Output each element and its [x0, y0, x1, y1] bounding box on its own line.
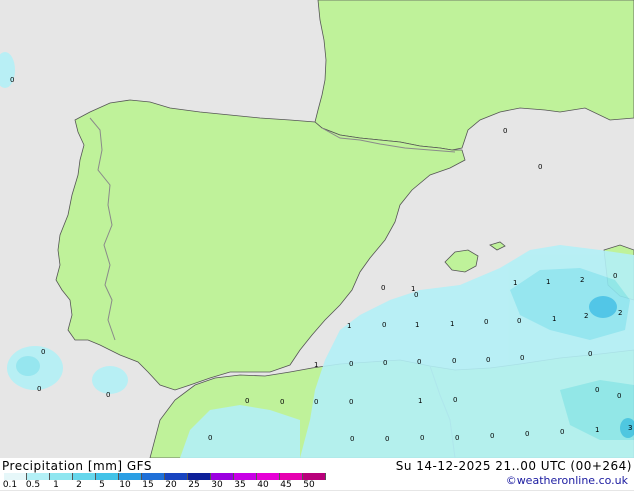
scale-tick-label: 0.1	[2, 480, 18, 490]
value-label: 0	[538, 163, 542, 171]
value-label: 0	[452, 357, 456, 365]
scale-swatch	[211, 473, 234, 480]
scale-tick-label: 15	[142, 480, 154, 490]
value-label: 0	[10, 76, 14, 84]
credit-link[interactable]: ©weatheronline.co.uk	[506, 474, 628, 487]
value-label: 0	[208, 434, 212, 442]
scale-swatch	[73, 473, 96, 480]
scale-tick-label: 20	[165, 480, 177, 490]
scale-swatch	[188, 473, 211, 480]
scale-tick-label: 45	[280, 480, 292, 490]
scale-tick-label: 1	[53, 480, 59, 490]
value-label: 1	[552, 315, 556, 323]
value-label: 0	[314, 398, 318, 406]
scale-swatch	[27, 473, 50, 480]
value-label: 2	[584, 312, 588, 320]
scale-tick-label: 10	[119, 480, 131, 490]
value-label: 0	[37, 385, 41, 393]
scale-swatch	[142, 473, 165, 480]
value-label: 3	[628, 424, 632, 432]
value-label: 0	[420, 434, 424, 442]
value-label: 1	[546, 278, 550, 286]
value-label: 0	[280, 398, 284, 406]
precip-area-atlantic-core	[16, 356, 40, 376]
map-title: Precipitation [mm] GFS	[2, 459, 152, 473]
value-label: 0	[349, 398, 353, 406]
scale-swatch	[303, 473, 326, 480]
scale-swatch	[50, 473, 73, 480]
scale-tick-label: 2	[76, 480, 82, 490]
value-label: 1	[595, 426, 599, 434]
value-label: 0	[383, 359, 387, 367]
scale-tick-label: 0.5	[25, 480, 41, 490]
value-label: 0	[560, 428, 564, 436]
value-label: 1	[418, 397, 422, 405]
value-label: 0	[517, 317, 521, 325]
valid-time: Su 14-12-2025 21..00 UTC (00+264)	[395, 459, 632, 473]
scale-swatch	[280, 473, 303, 480]
scale-tick-label: 5	[99, 480, 105, 490]
precip-area-cadiz	[92, 366, 128, 394]
value-label: 0	[382, 321, 386, 329]
value-label: 0	[588, 350, 592, 358]
scale-tick-label: 25	[188, 480, 200, 490]
scale-swatch	[119, 473, 142, 480]
scale-tick-label: 50	[303, 480, 315, 490]
value-label: 0	[490, 432, 494, 440]
scale-swatch	[96, 473, 119, 480]
precipitation-map: 0 0 0 0 0 0 0 1 1 2 0 2 2 0 1 1 0 1 1 0 …	[0, 0, 634, 458]
value-label: 0	[385, 435, 389, 443]
scale-swatch	[4, 473, 27, 480]
precip-core-1	[589, 296, 617, 318]
value-label: 0	[41, 348, 45, 356]
value-label: 0	[417, 358, 421, 366]
value-label: 1	[411, 285, 415, 293]
value-label: 0	[486, 356, 490, 364]
value-label: 0	[503, 127, 507, 135]
value-label: 0	[453, 396, 457, 404]
value-label: 2	[618, 309, 622, 317]
value-label: 1	[314, 361, 318, 369]
value-label: 0	[617, 392, 621, 400]
value-label: 2	[580, 276, 584, 284]
scale-tick-label: 35	[234, 480, 246, 490]
value-label: 1	[450, 320, 454, 328]
scale-swatch	[165, 473, 188, 480]
scale-tick-label: 40	[257, 480, 269, 490]
value-label: 0	[595, 386, 599, 394]
value-label: 0	[613, 272, 617, 280]
scale-tick-label: 30	[211, 480, 223, 490]
legend-bar: Precipitation [mm] GFS Su 14-12-2025 21.…	[0, 458, 634, 490]
value-label: 0	[455, 434, 459, 442]
value-label: 0	[350, 435, 354, 443]
value-label: 0	[484, 318, 488, 326]
value-label: 1	[513, 279, 517, 287]
scale-swatch	[257, 473, 280, 480]
value-label: 1	[415, 321, 419, 329]
scale-swatch	[234, 473, 257, 480]
value-label: 1	[347, 322, 351, 330]
color-scale	[4, 473, 326, 480]
value-label: 0	[106, 391, 110, 399]
value-label: 0	[520, 354, 524, 362]
value-label: 0	[349, 360, 353, 368]
value-label: 0	[245, 397, 249, 405]
value-label: 0	[525, 430, 529, 438]
value-label: 0	[381, 284, 385, 292]
